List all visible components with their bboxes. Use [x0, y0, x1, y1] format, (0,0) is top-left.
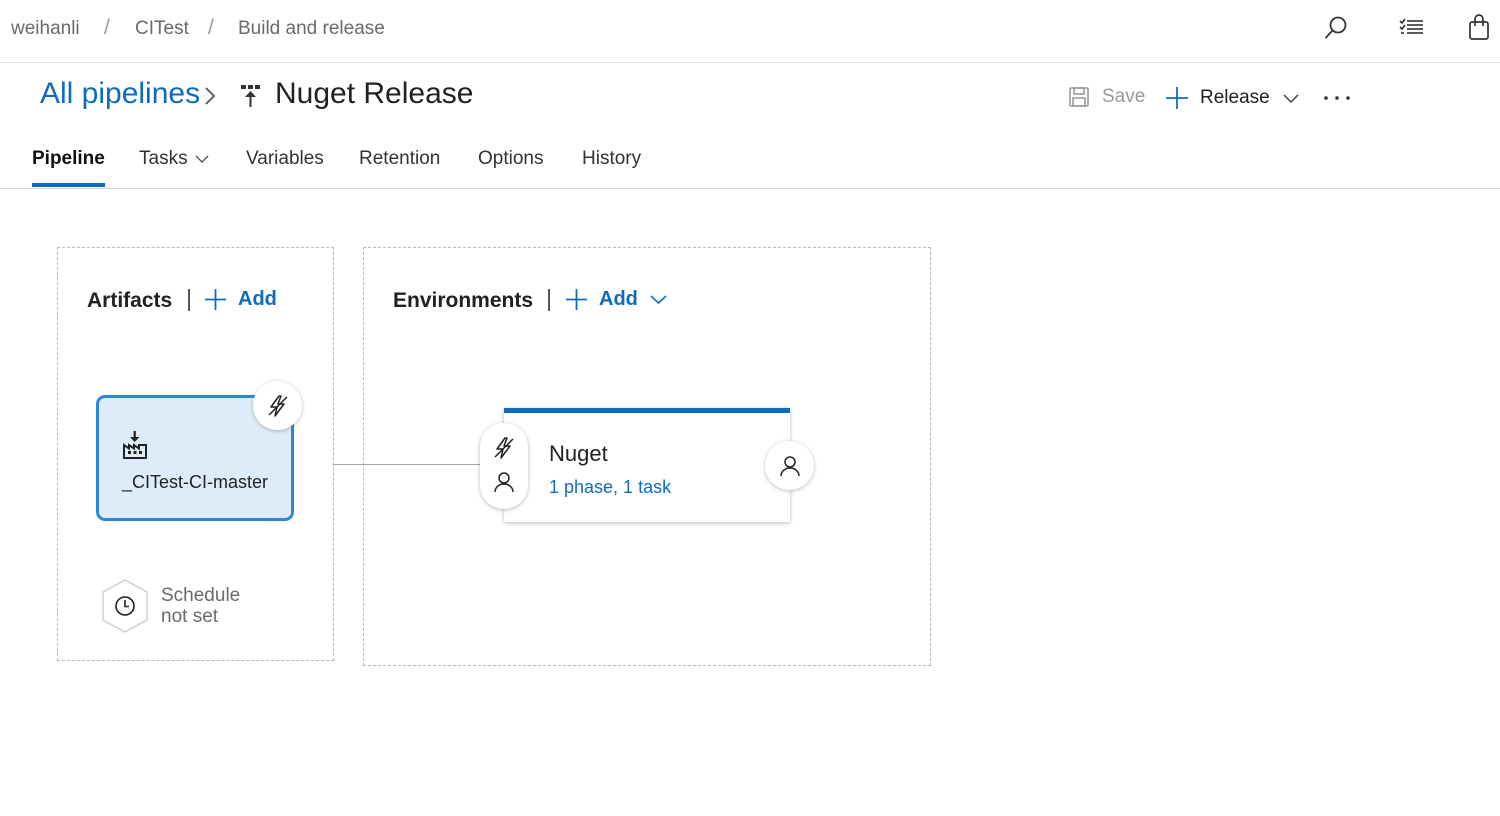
save-button[interactable]: Save	[1068, 86, 1145, 108]
tab-pipeline[interactable]: Pipeline	[32, 148, 105, 170]
plus-icon	[565, 288, 588, 311]
chevron-down-icon	[1282, 89, 1300, 107]
schedule-line: Schedule	[161, 585, 241, 606]
tab-label: History	[582, 148, 642, 169]
chevron-down-icon	[650, 291, 667, 308]
page-title: Nuget Release	[275, 77, 474, 110]
schedule-status: Schedule not set	[161, 585, 240, 627]
breadcrumb-section[interactable]: Build and release	[238, 18, 385, 40]
release-button[interactable]: Release	[1165, 86, 1300, 110]
add-label: Add	[238, 288, 277, 310]
add-label: Add	[599, 288, 638, 310]
tab-options[interactable]: Options	[478, 148, 543, 170]
tab-label: Tasks	[139, 148, 188, 169]
tab-variables[interactable]: Variables	[246, 148, 324, 170]
environments-title: Environments	[393, 289, 534, 312]
build-artifact-icon	[121, 430, 149, 460]
pre-deployment-conditions[interactable]	[480, 423, 528, 509]
add-artifact-button[interactable]: Add	[204, 288, 277, 311]
tab-label: Pipeline	[32, 148, 105, 169]
release-label: Release	[1200, 87, 1270, 108]
artifacts-title: Artifacts	[87, 289, 173, 312]
chevron-down-icon	[195, 152, 209, 166]
environment-name: Nuget	[549, 441, 608, 466]
release-pipeline-icon	[240, 84, 262, 108]
active-tab-indicator	[32, 183, 105, 187]
person-icon	[779, 455, 801, 477]
top-bar	[0, 0, 1500, 63]
title-divider	[548, 289, 550, 311]
save-icon	[1068, 86, 1090, 108]
more-icon[interactable]	[1322, 82, 1352, 112]
chevron-right-icon	[201, 84, 219, 108]
plus-icon	[1165, 86, 1189, 110]
continuous-deployment-trigger-button[interactable]	[253, 381, 302, 430]
breadcrumb-org[interactable]: weihanli	[11, 18, 80, 40]
tab-history[interactable]: History	[582, 148, 641, 170]
add-environment-button[interactable]: Add	[565, 288, 667, 311]
tabs-divider	[0, 188, 1500, 189]
artifact-name: _CITest-CI-master	[121, 472, 269, 492]
breadcrumb-separator: /	[104, 16, 110, 39]
save-label: Save	[1102, 86, 1146, 107]
title-divider	[188, 289, 190, 311]
schedule-line: not set	[161, 606, 219, 627]
notifications-list-icon[interactable]	[1398, 14, 1426, 42]
person-icon[interactable]	[493, 471, 515, 493]
post-deployment-conditions-button[interactable]	[765, 441, 814, 490]
tab-tasks[interactable]: Tasks	[139, 148, 209, 170]
tab-retention[interactable]: Retention	[359, 148, 440, 170]
breadcrumb-project[interactable]: CITest	[135, 18, 189, 40]
all-pipelines-link[interactable]: All pipelines	[40, 77, 200, 111]
search-icon[interactable]	[1322, 14, 1350, 42]
environment-tasks-link[interactable]: 1 phase, 1 task	[549, 477, 671, 498]
schedule-trigger-button[interactable]	[99, 578, 151, 634]
tab-label: Options	[478, 148, 544, 169]
lightning-icon[interactable]	[493, 437, 515, 459]
breadcrumb-separator: /	[208, 16, 214, 39]
plus-icon	[204, 288, 227, 311]
tab-label: Retention	[359, 148, 441, 169]
tab-label: Variables	[246, 148, 324, 169]
environment-card[interactable]: Nuget 1 phase, 1 task	[504, 408, 790, 522]
pipeline-connector	[333, 464, 480, 465]
lightning-icon	[267, 394, 289, 417]
shopping-bag-icon[interactable]	[1466, 14, 1494, 42]
